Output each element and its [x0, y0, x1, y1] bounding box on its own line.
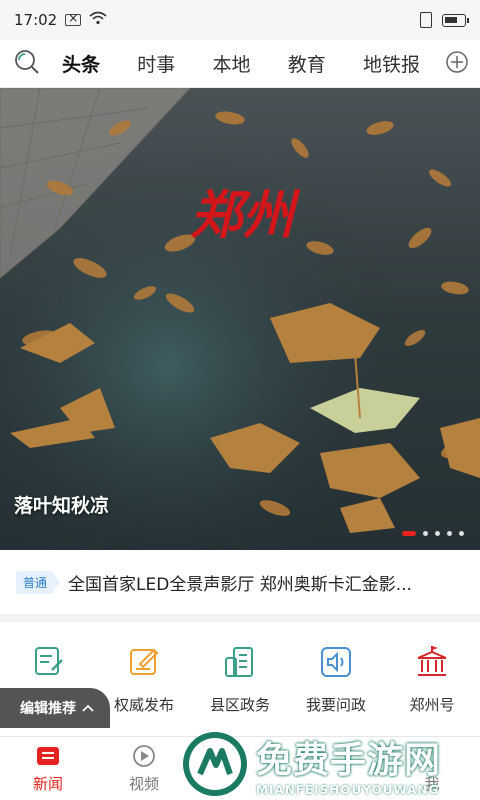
- quick-item-label: 县区政务: [209, 696, 270, 714]
- watermark-logo-icon: [180, 729, 250, 799]
- tab-headlines[interactable]: 头条: [58, 50, 104, 77]
- tab-education[interactable]: 教育: [284, 50, 330, 77]
- vibrate-icon: [420, 12, 432, 28]
- battery-icon: [442, 13, 469, 27]
- news-icon: [35, 743, 61, 769]
- channel-tabs: 头条 时事 本地 教育 地铁报: [54, 50, 434, 77]
- nav-news[interactable]: 新闻: [8, 743, 88, 794]
- watermark-subtitle: MIANFEISHOUYOUWANG: [256, 783, 440, 797]
- watermark: 免费手游网 MIANFEISHOUYOUWANG: [180, 728, 480, 800]
- tab-metro-news[interactable]: 地铁报: [359, 50, 424, 77]
- ticker-badge: 普通: [16, 570, 61, 594]
- editor-picks-label: 编辑推荐: [20, 701, 76, 717]
- watermark-title: 免费手游网: [256, 740, 442, 781]
- notification-icon: [65, 11, 82, 26]
- quick-item-label: 权威发布: [113, 696, 174, 714]
- channel-tab-bar: 头条 时事 本地 教育 地铁报: [0, 40, 480, 88]
- quick-item-label: 我要问政: [305, 696, 366, 714]
- quick-item-label: 郑州号: [409, 696, 455, 714]
- hero-image: 郑州: [0, 88, 480, 550]
- carousel-dot: [459, 531, 464, 536]
- carousel-dot: [435, 531, 440, 536]
- carousel-indicator: [402, 531, 464, 536]
- plus-circle-icon: [445, 50, 469, 78]
- tab-current-affairs[interactable]: 时事: [133, 50, 179, 77]
- hero-logo-text: 郑州: [190, 185, 301, 246]
- search-icon: [13, 48, 41, 80]
- ticker-headline[interactable]: 全国首家LED全景声影厅 郑州奥斯卡汇金影...: [68, 570, 464, 595]
- county-gov-icon: [222, 644, 258, 680]
- government-building-icon: [414, 644, 450, 680]
- chevron-up-icon: [82, 700, 94, 716]
- carousel-dot: [402, 531, 416, 536]
- status-bar: 17:02: [0, 0, 480, 40]
- news-ticker[interactable]: 普通 全国首家LED全景声影厅 郑州奥斯卡汇金影...: [0, 550, 480, 622]
- add-channel-button[interactable]: [434, 40, 480, 88]
- quick-item-zhengzhou-account[interactable]: 郑州号: [387, 644, 477, 734]
- video-icon: [131, 743, 157, 769]
- nav-label: 视频: [128, 775, 159, 793]
- carousel-dot: [423, 531, 428, 536]
- status-time: 17:02: [14, 11, 58, 29]
- hero-caption: 落叶知秋凉: [14, 495, 110, 517]
- quick-item-official-release[interactable]: 权威发布: [99, 644, 189, 734]
- nav-label: 新闻: [32, 775, 63, 793]
- wifi-icon: [89, 11, 107, 29]
- tab-local[interactable]: 本地: [208, 50, 254, 77]
- hero-banner[interactable]: 郑州 落叶知秋凉: [0, 88, 480, 550]
- quick-item-ask-government[interactable]: 我要问政: [291, 644, 381, 734]
- carousel-dot: [447, 531, 452, 536]
- nav-video[interactable]: 视频: [104, 743, 184, 794]
- search-button[interactable]: [0, 40, 54, 88]
- report-pen-icon: [30, 644, 66, 680]
- edit-document-icon: [126, 644, 162, 680]
- speaker-icon: [318, 644, 354, 680]
- quick-item-county-affairs[interactable]: 县区政务: [195, 644, 285, 734]
- editor-picks-toggle[interactable]: 编辑推荐: [0, 688, 110, 728]
